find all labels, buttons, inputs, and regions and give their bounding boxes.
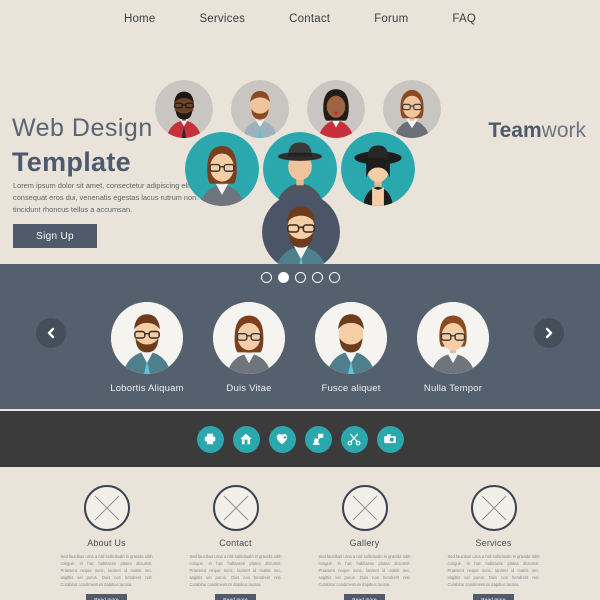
image-placeholder-icon[interactable]	[83, 485, 130, 531]
social-icon-bar	[0, 411, 600, 467]
teamwork-light: work	[541, 119, 586, 142]
read-more-button[interactable]: Read more	[215, 594, 256, 600]
carousel-dot-1[interactable]	[260, 272, 272, 283]
footer-column-title: Contact	[219, 538, 252, 548]
footer-column-title: Services	[475, 538, 512, 548]
team-member: Nulla Tempor	[405, 302, 501, 394]
teamwork-bold: Team	[488, 119, 542, 142]
hero-avatar-man-beard-blue-tie[interactable]	[231, 80, 289, 138]
carousel-prev-button[interactable]	[36, 318, 66, 348]
team-member-avatar-woman-glasses-short-hair[interactable]	[417, 302, 489, 374]
signup-button[interactable]: Sign Up	[13, 224, 97, 248]
image-placeholder-icon[interactable]	[470, 485, 517, 531]
carousel-next-button[interactable]	[534, 318, 564, 348]
team-member-name: Duis Vitae	[226, 383, 272, 394]
printer-icon	[204, 433, 216, 445]
person-badge-icon	[312, 433, 324, 445]
nav-item-faq[interactable]: FAQ	[452, 13, 476, 25]
page-root: Home Services Contact Forum FAQ Web Desi…	[0, 0, 600, 600]
team-member-avatar-man-beard-glasses[interactable]	[111, 302, 183, 374]
team-member-name: Nulla Tempor	[423, 383, 483, 394]
scissors-icon-button[interactable]	[340, 425, 368, 453]
teamwork-heading: Teamwork	[488, 120, 586, 141]
carousel-dot-5[interactable]	[328, 272, 340, 283]
image-placeholder-icon[interactable]	[341, 485, 388, 531]
camera-icon-button[interactable]	[376, 425, 404, 453]
footer-column-services: Services Sed faucibus urna a nisl sollic…	[442, 485, 546, 600]
nav-item-forum[interactable]: Forum	[374, 13, 408, 25]
hero-section: Web Design Template Lorem ipsum dolor si…	[0, 32, 600, 271]
nav-item-services[interactable]: Services	[199, 13, 245, 25]
home-icon-button[interactable]	[232, 425, 260, 453]
carousel-dot-4[interactable]	[311, 272, 323, 283]
home-icon	[240, 433, 252, 445]
read-more-button[interactable]: Read more	[344, 594, 385, 600]
main-navigation: Home Services Contact Forum FAQ	[0, 0, 600, 32]
carousel-dots	[0, 272, 600, 283]
team-member-name: Fusce aliquet	[321, 383, 381, 394]
team-member-avatar-woman-glasses[interactable]	[213, 302, 285, 374]
scissors-icon	[347, 433, 361, 446]
read-more-button[interactable]: Read more	[86, 594, 127, 600]
footer-columns: About Us Sed faucibus urna a nisl sollic…	[0, 467, 600, 600]
camera-icon	[384, 434, 396, 444]
footer-column-contact: Contact Sed faucibus urna a nisl sollici…	[184, 485, 288, 600]
footer-column-body: Sed faucibus urna a nisl sollicitudin in…	[189, 554, 282, 588]
hero-avatar-woman-dark-hair-red[interactable]	[307, 80, 365, 138]
nav-item-home[interactable]: Home	[124, 13, 155, 25]
team-member: Fusce aliquet	[303, 302, 399, 394]
heart-plus-icon-button[interactable]	[268, 425, 296, 453]
person-badge-icon-button[interactable]	[304, 425, 332, 453]
footer-column-body: Sed faucibus urna a nisl sollicitudin in…	[318, 554, 411, 588]
footer-column-title: About Us	[87, 538, 126, 548]
footer-column-body: Sed faucibus urna a nisl sollicitudin in…	[60, 554, 153, 588]
footer-column-body: Sed faucibus urna a nisl sollicitudin in…	[447, 554, 540, 588]
hero-avatar-woman-glasses-teal[interactable]	[185, 132, 259, 206]
chevron-left-icon	[47, 327, 55, 339]
carousel-dot-2[interactable]	[277, 272, 289, 283]
footer-column-gallery: Gallery Sed faucibus urna a nisl sollici…	[313, 485, 417, 600]
printer-icon-button[interactable]	[196, 425, 224, 453]
image-placeholder-icon[interactable]	[212, 485, 259, 531]
hero-avatar-woman-glasses-gray[interactable]	[383, 80, 441, 138]
footer-column-about-us: About Us Sed faucibus urna a nisl sollic…	[55, 485, 159, 600]
nav-item-contact[interactable]: Contact	[289, 13, 330, 25]
hero-avatar-man-dark-suit-red[interactable]	[155, 80, 213, 138]
carousel-dot-3[interactable]	[294, 272, 306, 283]
team-member-name: Lobortis Aliquam	[110, 383, 184, 394]
hero-avatar-woman-sun-hat[interactable]	[341, 132, 415, 206]
team-member-avatar-man-beard[interactable]	[315, 302, 387, 374]
read-more-button[interactable]: Read more	[473, 594, 514, 600]
team-member: Lobortis Aliquam	[99, 302, 195, 394]
team-member: Duis Vitae	[201, 302, 297, 394]
hero-avatar-man-beard-glasses-center[interactable]	[262, 193, 340, 271]
heart-plus-icon	[276, 434, 288, 445]
chevron-right-icon	[545, 327, 553, 339]
footer-column-title: Gallery	[349, 538, 380, 548]
team-carousel-section: Lobortis Aliquam Duis Vitae Fusce alique…	[0, 264, 600, 409]
